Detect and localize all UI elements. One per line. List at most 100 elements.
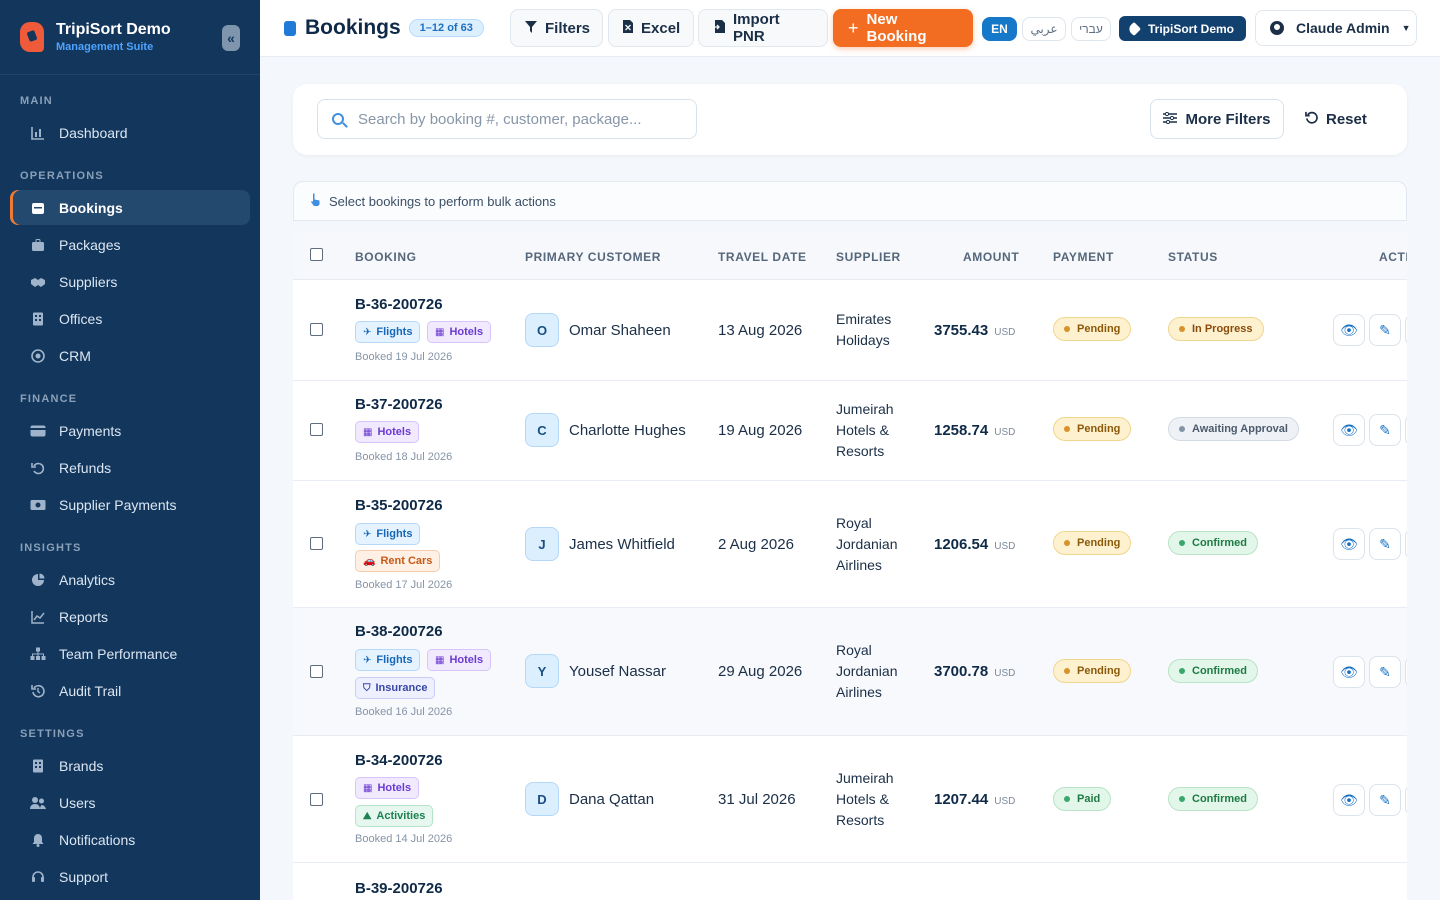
sidebar-item-users[interactable]: Users xyxy=(10,785,250,820)
sidebar-item-label: CRM xyxy=(59,347,91,364)
table-row[interactable]: B-38-200726 ✈ Flights ▦ Hotels ⛉ Insurance … xyxy=(293,608,1407,736)
sidebar-item-supplier-payments[interactable]: Supplier Payments xyxy=(10,487,250,522)
sidebar-item-dashboard[interactable]: Dashboard xyxy=(10,115,250,150)
lang-he-button[interactable]: עברי xyxy=(1071,17,1111,41)
currency: USD xyxy=(994,541,1016,552)
more-action-button[interactable] xyxy=(1405,784,1407,816)
sliders-icon xyxy=(1163,111,1178,127)
filters-button[interactable]: Filters xyxy=(510,9,603,47)
collapse-sidebar-button[interactable]: « xyxy=(222,25,240,51)
sidebar-item-notifications[interactable]: Notifications xyxy=(10,822,250,857)
sidebar-item-reports[interactable]: Reports xyxy=(10,599,250,634)
sidebar-item-audit-trail[interactable]: Audit Trail xyxy=(10,673,250,708)
sidebar-item-brands[interactable]: Brands xyxy=(10,748,250,783)
booking-id[interactable]: B-39-200726 xyxy=(355,880,443,897)
hiking-icon: ⛰ xyxy=(363,810,372,822)
select-all-checkbox[interactable] xyxy=(310,248,323,261)
view-button[interactable]: 👁 xyxy=(1333,528,1365,560)
status-dot-icon xyxy=(1179,668,1185,674)
excel-file-icon xyxy=(623,20,633,36)
page-title-text: Bookings xyxy=(305,16,401,39)
booking-id[interactable]: B-34-200726 xyxy=(355,752,443,769)
import-pnr-button[interactable]: Import PNR xyxy=(698,9,828,47)
user-menu-button[interactable]: Claude Admin ▼ xyxy=(1255,10,1417,46)
customer-avatar: C xyxy=(525,413,559,447)
sidebar-item-label: Suppliers xyxy=(59,273,118,290)
row-checkbox[interactable] xyxy=(310,665,323,678)
booking-id[interactable]: B-38-200726 xyxy=(355,623,443,640)
customer-name: James Whitfield xyxy=(569,536,675,553)
more-filters-button[interactable]: More Filters xyxy=(1150,99,1284,139)
target-icon xyxy=(30,348,46,364)
search-input[interactable] xyxy=(358,110,678,128)
customer-avatar: J xyxy=(525,527,559,561)
booking-id[interactable]: B-36-200726 xyxy=(355,296,443,313)
file-import-icon xyxy=(713,20,725,36)
row-checkbox[interactable] xyxy=(310,537,323,550)
filters-label: Filters xyxy=(545,19,591,37)
topbar: Bookings 1–12 of 63 Filters Excel Import… xyxy=(260,0,1440,57)
table-row[interactable]: B-36-200726 ✈ Flights ▦ Hotels Booked 19 J… xyxy=(293,281,1407,381)
sidebar-item-label: Team Performance xyxy=(59,645,178,662)
currency: USD xyxy=(994,668,1016,679)
reset-label: Reset xyxy=(1326,110,1367,128)
booking-id[interactable]: B-37-200726 xyxy=(355,396,443,413)
sidebar-item-team-performance[interactable]: Team Performance xyxy=(10,636,250,671)
brand-pill[interactable]: TripiSort Demo xyxy=(1119,16,1246,41)
new-booking-button[interactable]: + New Booking xyxy=(833,9,973,47)
user-name: Claude Admin xyxy=(1296,20,1390,36)
row-checkbox[interactable] xyxy=(310,323,323,336)
lang-ar-button[interactable]: عربي xyxy=(1022,17,1066,41)
lang-en-button[interactable]: EN xyxy=(982,17,1017,41)
more-action-button[interactable] xyxy=(1405,414,1407,446)
booked-date: Booked 18 Jul 2026 xyxy=(355,451,453,463)
edit-button[interactable]: ✎ xyxy=(1369,528,1401,560)
table-row[interactable]: B-37-200726 ▦ Hotels Booked 18 Jul 2026 C… xyxy=(293,381,1407,481)
edit-button[interactable]: ✎ xyxy=(1369,656,1401,688)
table-row[interactable]: B-34-200726 ▦ Hotels ⛰ Activities Booked 1… xyxy=(293,736,1407,863)
sidebar-item-support[interactable]: Support xyxy=(10,859,250,894)
customer-avatar: Y xyxy=(525,654,559,688)
currency: USD xyxy=(994,427,1016,438)
sidebar-item-analytics[interactable]: Analytics xyxy=(10,562,250,597)
booking-id[interactable]: B-35-200726 xyxy=(355,497,443,514)
edit-button[interactable]: ✎ xyxy=(1369,784,1401,816)
row-checkbox[interactable] xyxy=(310,793,323,806)
sidebar-item-crm[interactable]: CRM xyxy=(10,338,250,373)
bulk-actions-text: Select bookings to perform bulk actions xyxy=(329,193,556,209)
more-action-button[interactable] xyxy=(1405,528,1407,560)
view-button[interactable]: 👁 xyxy=(1333,656,1365,688)
status-dot-icon xyxy=(1064,796,1070,802)
excel-export-button[interactable]: Excel xyxy=(608,9,694,47)
nav-section-insights: INSIGHTS xyxy=(20,542,82,554)
sidebar-item-suppliers[interactable]: Suppliers xyxy=(10,264,250,299)
more-action-button[interactable] xyxy=(1405,314,1407,346)
customer-name: Omar Shaheen xyxy=(569,322,671,339)
tag-icon xyxy=(1126,21,1142,36)
amount: 3755.43 USD xyxy=(934,322,1016,339)
view-button[interactable]: 👁 xyxy=(1333,314,1365,346)
booked-date: Booked 14 Jul 2026 xyxy=(355,833,453,845)
bookings-icon xyxy=(284,20,296,36)
sidebar-item-refunds[interactable]: Refunds xyxy=(10,450,250,485)
table-row[interactable]: B-35-200726 ✈ Flights 🚗 Rent Cars Booked 1… xyxy=(293,481,1407,608)
sidebar-item-packages[interactable]: Packages xyxy=(10,227,250,262)
reset-button[interactable]: Reset xyxy=(1305,99,1385,139)
sidebar-item-offices[interactable]: Offices xyxy=(10,301,250,336)
filter-icon xyxy=(525,20,537,36)
sidebar-item-label: Dashboard xyxy=(59,124,128,141)
more-action-button[interactable] xyxy=(1405,656,1407,688)
sidebar-item-payments[interactable]: Payments xyxy=(10,413,250,448)
service-chip-activities: ⛰ Activities xyxy=(355,805,434,827)
edit-button[interactable]: ✎ xyxy=(1369,314,1401,346)
eye-icon: 👁 xyxy=(1340,791,1358,808)
edit-button[interactable]: ✎ xyxy=(1369,414,1401,446)
sidebar-item-bookings[interactable]: Bookings xyxy=(10,190,250,225)
money-icon xyxy=(30,497,46,513)
table-row[interactable]: B-39-200726 xyxy=(293,863,1407,900)
row-checkbox[interactable] xyxy=(310,423,323,436)
brand-logo-icon xyxy=(20,22,44,52)
search-box[interactable] xyxy=(317,99,697,139)
view-button[interactable]: 👁 xyxy=(1333,414,1365,446)
view-button[interactable]: 👁 xyxy=(1333,784,1365,816)
